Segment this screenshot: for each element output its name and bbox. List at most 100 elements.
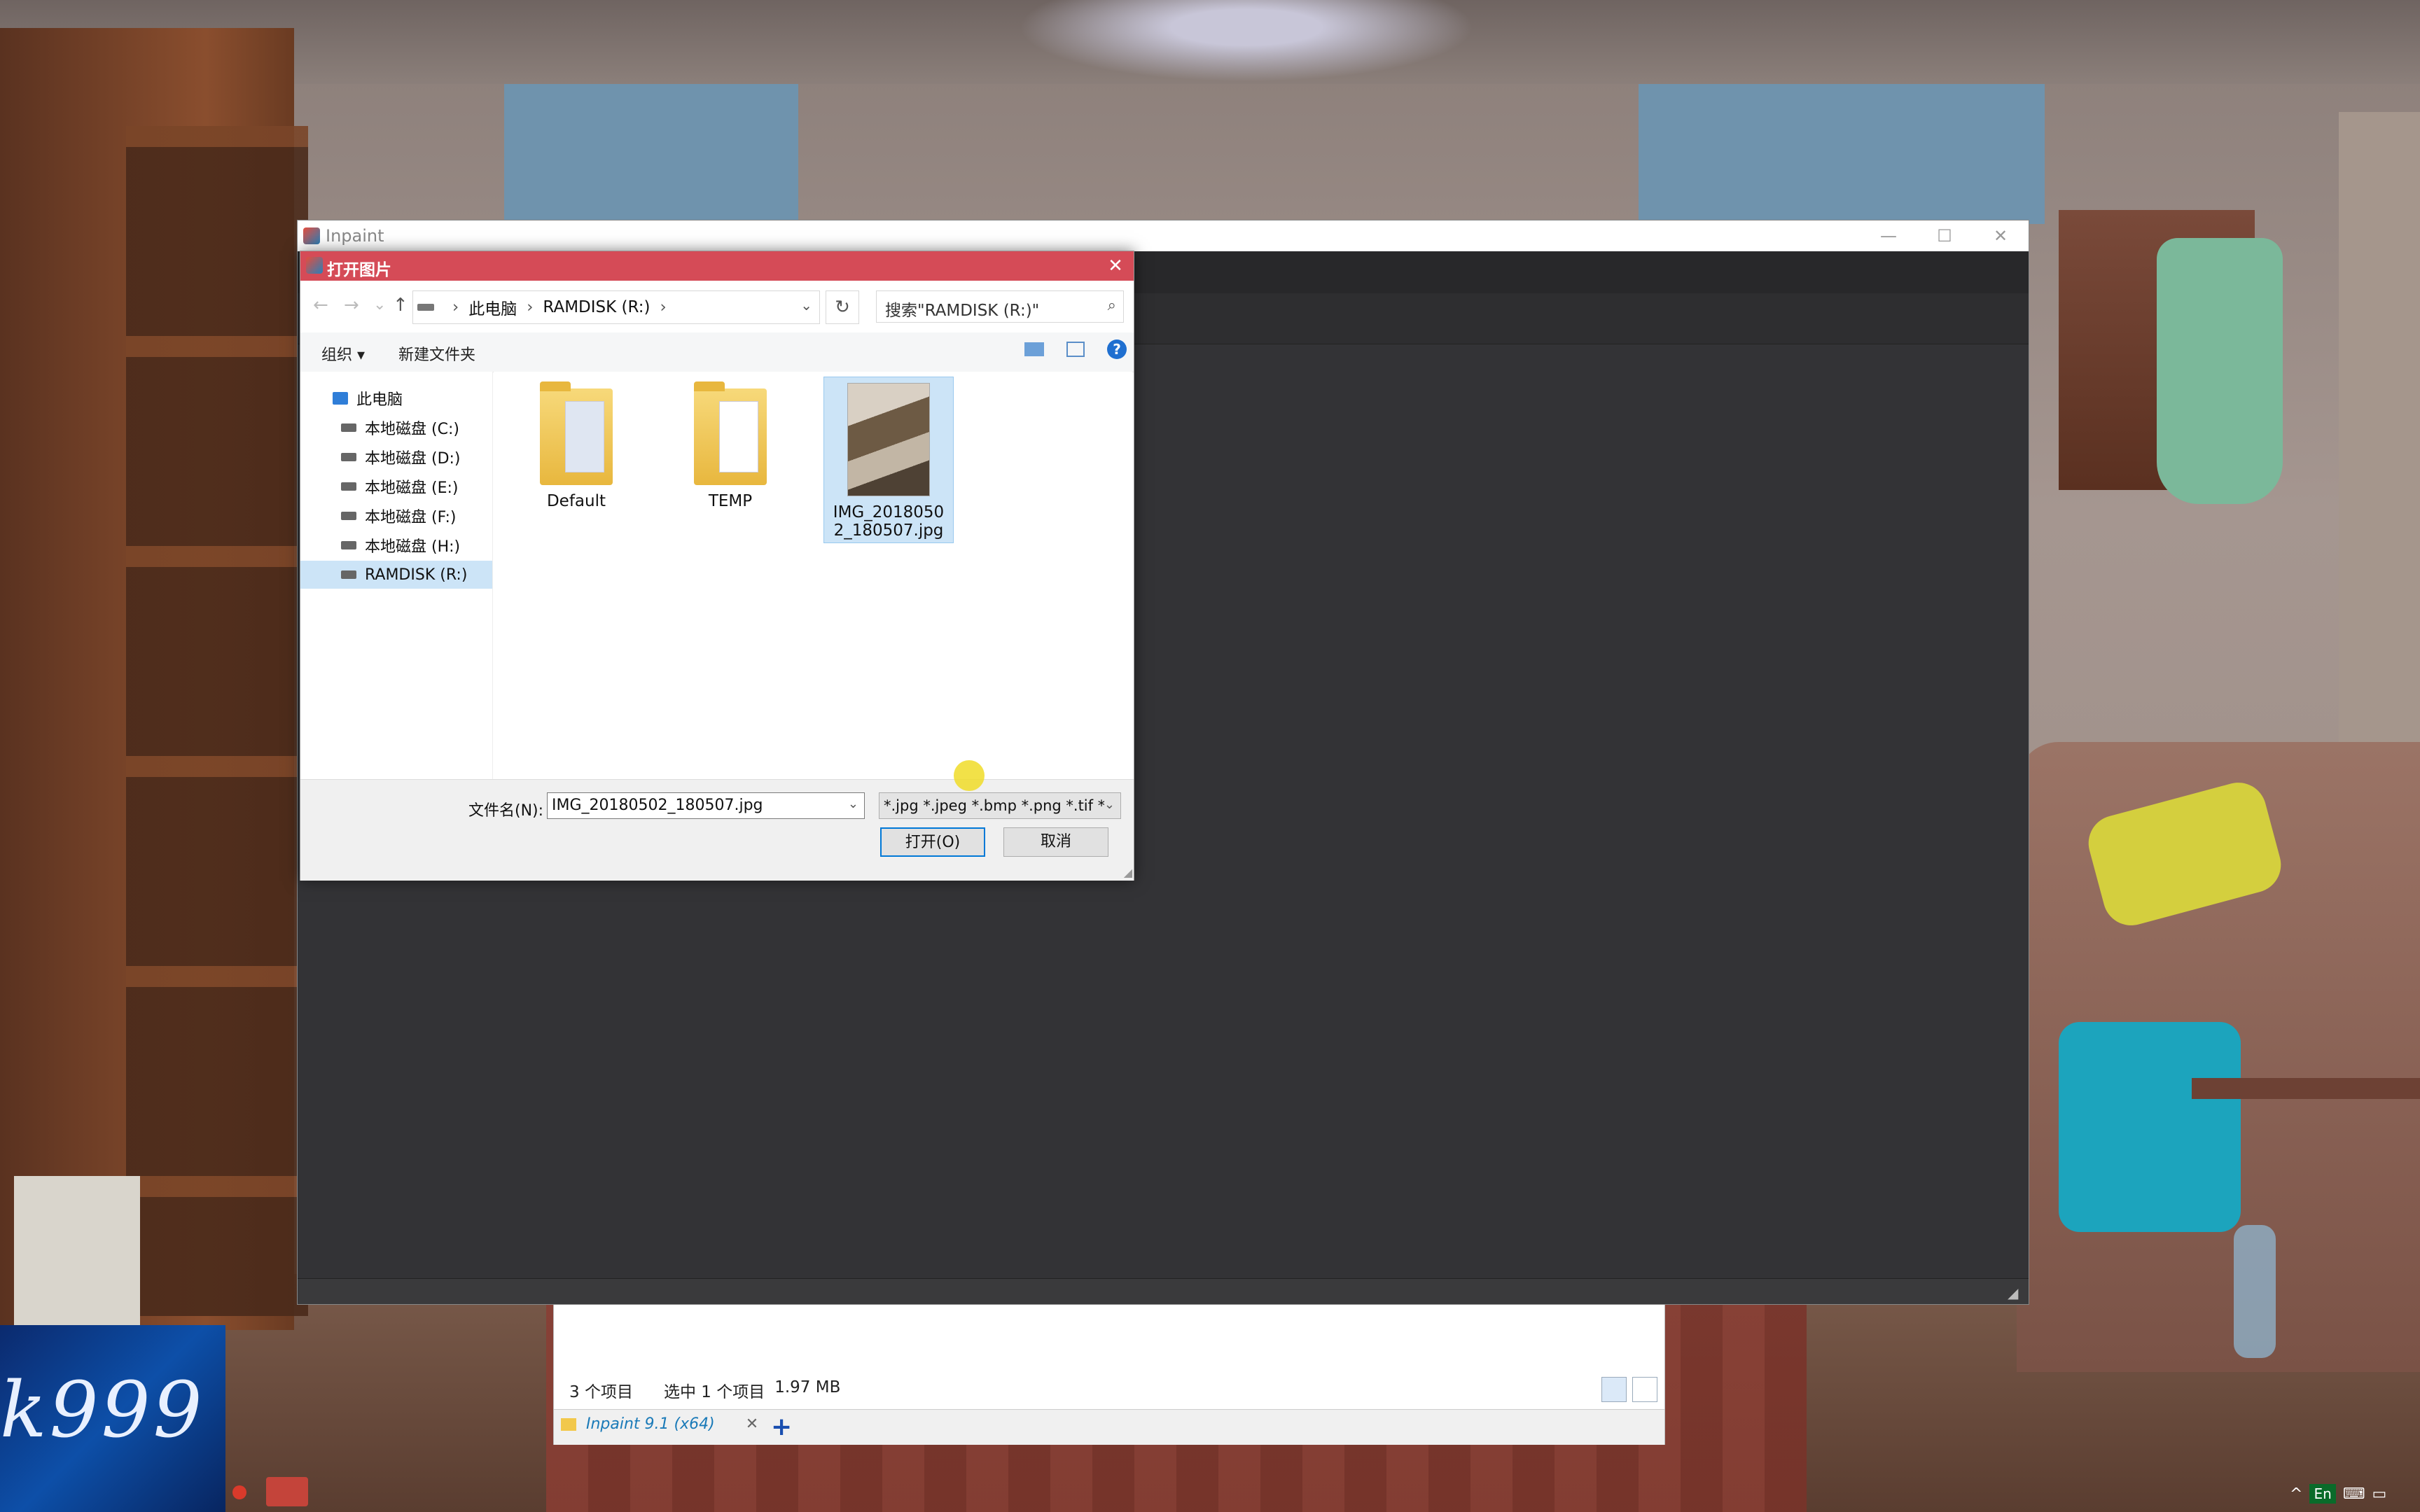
chevron-right-icon: › <box>660 298 667 316</box>
help-icon[interactable]: ? <box>1107 340 1127 359</box>
resize-grip-icon[interactable]: ◢ <box>2008 1284 2024 1301</box>
dialog-footer: 文件名(N): IMG_20180502_180507.jpg ⌄ *.jpg … <box>300 779 1134 881</box>
wallpaper-towel <box>2157 238 2283 504</box>
preview-pane-icon[interactable] <box>1066 342 1085 357</box>
chevron-down-icon[interactable]: ⌄ <box>848 797 858 811</box>
folder-icon <box>540 382 613 485</box>
forward-arrow-icon[interactable]: → <box>344 295 359 316</box>
tree-item-ramdisk[interactable]: RAMDISK (R:) <box>300 561 492 589</box>
wallpaper-bag <box>14 1176 140 1330</box>
search-icon: ⌕ <box>1107 297 1116 314</box>
tree-item-drive-d[interactable]: 本地磁盘 (D:) <box>300 443 492 471</box>
tree-item-label: RAMDISK (R:) <box>365 566 468 584</box>
search-input[interactable]: 搜索"RAMDISK (R:)" ⌕ <box>876 290 1124 323</box>
dialog-nav-row: ← → ⌄ ↑ › 此电脑 › RAMDISK (R:) › ⌄ ↻ 搜索"RA… <box>300 281 1134 332</box>
file-item-image-selected[interactable]: IMG_2018050 2_180507.jpg <box>823 377 954 543</box>
thumbnail-view-icon[interactable] <box>1632 1377 1657 1402</box>
desktop-widget-text: k999 <box>0 1365 205 1455</box>
wallpaper-lamp <box>980 0 1512 91</box>
explorer-window: 3 个项目 选中 1 个项目 1.97 MB Inpaint 9.1 (x64)… <box>553 1303 1665 1445</box>
folder-content-icon <box>719 401 758 472</box>
drive-icon <box>341 512 356 520</box>
view-controls: ? <box>1024 340 1127 359</box>
folder-icon <box>694 382 767 485</box>
inpaint-title: Inpaint <box>326 226 384 246</box>
details-view-icon[interactable] <box>1601 1377 1627 1402</box>
status-item-count: 3 个项目 <box>569 1383 633 1401</box>
new-tab-icon[interactable]: + <box>771 1413 792 1441</box>
breadcrumb-current[interactable]: RAMDISK (R:) <box>543 298 650 316</box>
minimize-icon[interactable]: — <box>1861 220 1917 251</box>
explorer-status-bar: 3 个项目 选中 1 个项目 1.97 MB <box>569 1378 840 1402</box>
computer-icon <box>333 392 348 405</box>
tree-item-label: 本地磁盘 (E:) <box>365 479 459 497</box>
file-name-line1: IMG_2018050 <box>833 503 945 522</box>
file-item-temp[interactable]: TEMP <box>666 377 795 510</box>
wallpaper-curtain-right <box>1639 84 2045 224</box>
file-item-default[interactable]: Default <box>512 377 641 510</box>
inpaint-titlebar[interactable]: Inpaint — ☐ ✕ <box>298 220 2029 251</box>
tree-item-drive-e[interactable]: 本地磁盘 (E:) <box>300 472 492 500</box>
close-tab-icon[interactable]: ✕ <box>746 1415 758 1433</box>
inpaint-logo-icon <box>303 227 320 244</box>
image-thumbnail <box>847 383 930 496</box>
drive-icon <box>341 570 356 579</box>
inpaint-taskbar-icon[interactable] <box>266 1477 308 1506</box>
new-folder-button[interactable]: 新建文件夹 <box>398 342 475 365</box>
wallpaper-curtain-left <box>504 84 798 224</box>
file-name: Default <box>546 492 606 510</box>
language-indicator[interactable]: En <box>2309 1484 2336 1504</box>
explorer-view-buttons <box>1601 1377 1657 1402</box>
filename-label: 文件名(N): <box>468 802 544 820</box>
organize-button[interactable]: 组织 ▾ <box>321 342 365 365</box>
view-options-icon[interactable] <box>1024 342 1044 356</box>
record-icon[interactable] <box>232 1485 246 1499</box>
tree-item-label: 本地磁盘 (H:) <box>365 538 461 556</box>
window-controls: — ☐ ✕ <box>1861 220 2029 251</box>
tree-item-label: 本地磁盘 (C:) <box>365 421 459 438</box>
explorer-tab[interactable]: Inpaint 9.1 (x64) ✕ <box>561 1415 758 1433</box>
address-bar[interactable]: › 此电脑 › RAMDISK (R:) › ⌄ <box>412 290 820 324</box>
file-name-line2: 2_180507.jpg <box>833 522 944 540</box>
navigation-pane: 此电脑 本地磁盘 (C:) 本地磁盘 (D:) 本地磁盘 (E:) 本地磁盘 (… <box>300 372 493 779</box>
wallpaper-bottle <box>2234 1225 2276 1358</box>
chevron-up-icon[interactable]: ^ <box>2290 1485 2302 1503</box>
tree-item-drive-h[interactable]: 本地磁盘 (H:) <box>300 531 492 559</box>
file-list: Default TEMP <box>494 372 1132 779</box>
chevron-down-icon[interactable]: ⌄ <box>373 296 386 314</box>
input-method-icon[interactable]: ⌨ <box>2343 1485 2365 1503</box>
drive-icon <box>341 424 356 432</box>
maximize-icon[interactable]: ☐ <box>1917 220 1973 251</box>
close-icon[interactable]: ✕ <box>1104 254 1127 278</box>
tree-item-this-pc[interactable]: 此电脑 <box>300 384 492 412</box>
wallpaper-table <box>2192 1078 2420 1099</box>
tree-item-drive-f[interactable]: 本地磁盘 (F:) <box>300 502 492 530</box>
chevron-down-icon[interactable]: ⌄ <box>800 297 812 314</box>
refresh-icon[interactable]: ↻ <box>826 290 859 324</box>
close-icon[interactable]: ✕ <box>1973 220 2029 251</box>
back-arrow-icon[interactable]: ← <box>313 295 328 316</box>
chevron-down-icon: ⌄ <box>1104 797 1115 812</box>
inpaint-statusbar: ◢ <box>298 1278 2029 1304</box>
network-icon[interactable]: ▭ <box>2372 1485 2387 1503</box>
chevron-right-icon: › <box>452 298 459 316</box>
open-image-dialog: 打开图片 ✕ ← → ⌄ ↑ › 此电脑 › RAMDISK (R:) › ⌄ … <box>300 251 1134 881</box>
cancel-button[interactable]: 取消 <box>1003 827 1108 857</box>
filetype-value: *.jpg *.jpeg *.bmp *.png *.tif * <box>884 797 1106 814</box>
dialog-titlebar[interactable]: 打开图片 ✕ <box>300 251 1134 281</box>
up-arrow-icon[interactable]: ↑ <box>393 295 408 316</box>
search-placeholder: 搜索"RAMDISK (R:)" <box>885 302 1040 320</box>
drive-icon <box>341 482 356 491</box>
breadcrumb-root[interactable]: 此电脑 <box>468 295 517 319</box>
dialog-title: 打开图片 <box>327 261 391 279</box>
filetype-select[interactable]: *.jpg *.jpeg *.bmp *.png *.tif * ⌄ <box>879 792 1121 819</box>
open-button[interactable]: 打开(O) <box>880 827 985 857</box>
chevron-right-icon: › <box>527 298 534 316</box>
resize-grip-icon[interactable]: ◢ <box>1124 866 1132 879</box>
tree-item-drive-c[interactable]: 本地磁盘 (C:) <box>300 414 492 442</box>
status-selected: 选中 1 个项目 <box>663 1383 765 1401</box>
wallpaper-bookshelf-shelves <box>126 126 308 1316</box>
wallpaper-blanket-cyan <box>2059 1022 2241 1232</box>
filename-field[interactable]: IMG_20180502_180507.jpg ⌄ <box>547 792 865 819</box>
drive-icon <box>341 541 356 550</box>
